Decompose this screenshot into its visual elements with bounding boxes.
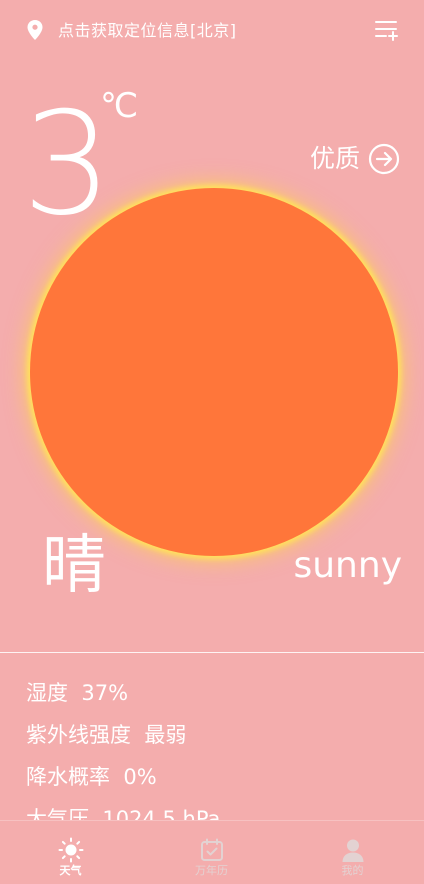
- tab-profile-label: 我的: [341, 864, 364, 877]
- air-quality-button[interactable]: 优质: [310, 142, 400, 176]
- calendar-icon: [201, 838, 223, 861]
- tab-bar: 天气 万年历 我的: [0, 820, 424, 884]
- temperature-unit: ℃: [100, 86, 139, 126]
- menu-add-icon[interactable]: [374, 18, 398, 42]
- tab-weather[interactable]: 天气: [0, 821, 141, 884]
- condition-chinese: 晴: [42, 529, 106, 603]
- header: 点击获取定位信息[北京]: [0, 0, 424, 60]
- humidity-detail: 湿度 37%: [26, 681, 129, 705]
- pressure-detail: 大气压 1024.5 hPa: [26, 807, 221, 820]
- temperature-value: 3: [22, 82, 113, 247]
- sun-graphic: [30, 188, 398, 556]
- divider: [0, 652, 424, 653]
- map-pin-icon[interactable]: [26, 19, 44, 41]
- tab-calendar[interactable]: 万年历: [141, 821, 282, 884]
- condition-english: sunny: [293, 545, 402, 586]
- uv-detail: 紫外线强度 最弱: [26, 723, 187, 747]
- arrow-right-circle-icon: [368, 143, 400, 175]
- air-quality-label: 优质: [309, 144, 360, 173]
- user-icon: [342, 839, 364, 862]
- tab-weather-label: 天气: [59, 864, 82, 877]
- weather-details[interactable]: 湿度 37% 紫外线强度 最弱 降水概率 0% 大气压 1024.5 hPa: [26, 672, 406, 820]
- sun-icon: [58, 837, 84, 863]
- precipitation-detail: 降水概率 0%: [26, 765, 157, 789]
- tab-calendar-label: 万年历: [195, 864, 228, 877]
- tab-profile[interactable]: 我的: [282, 821, 423, 884]
- location-text[interactable]: 点击获取定位信息[北京]: [58, 20, 237, 42]
